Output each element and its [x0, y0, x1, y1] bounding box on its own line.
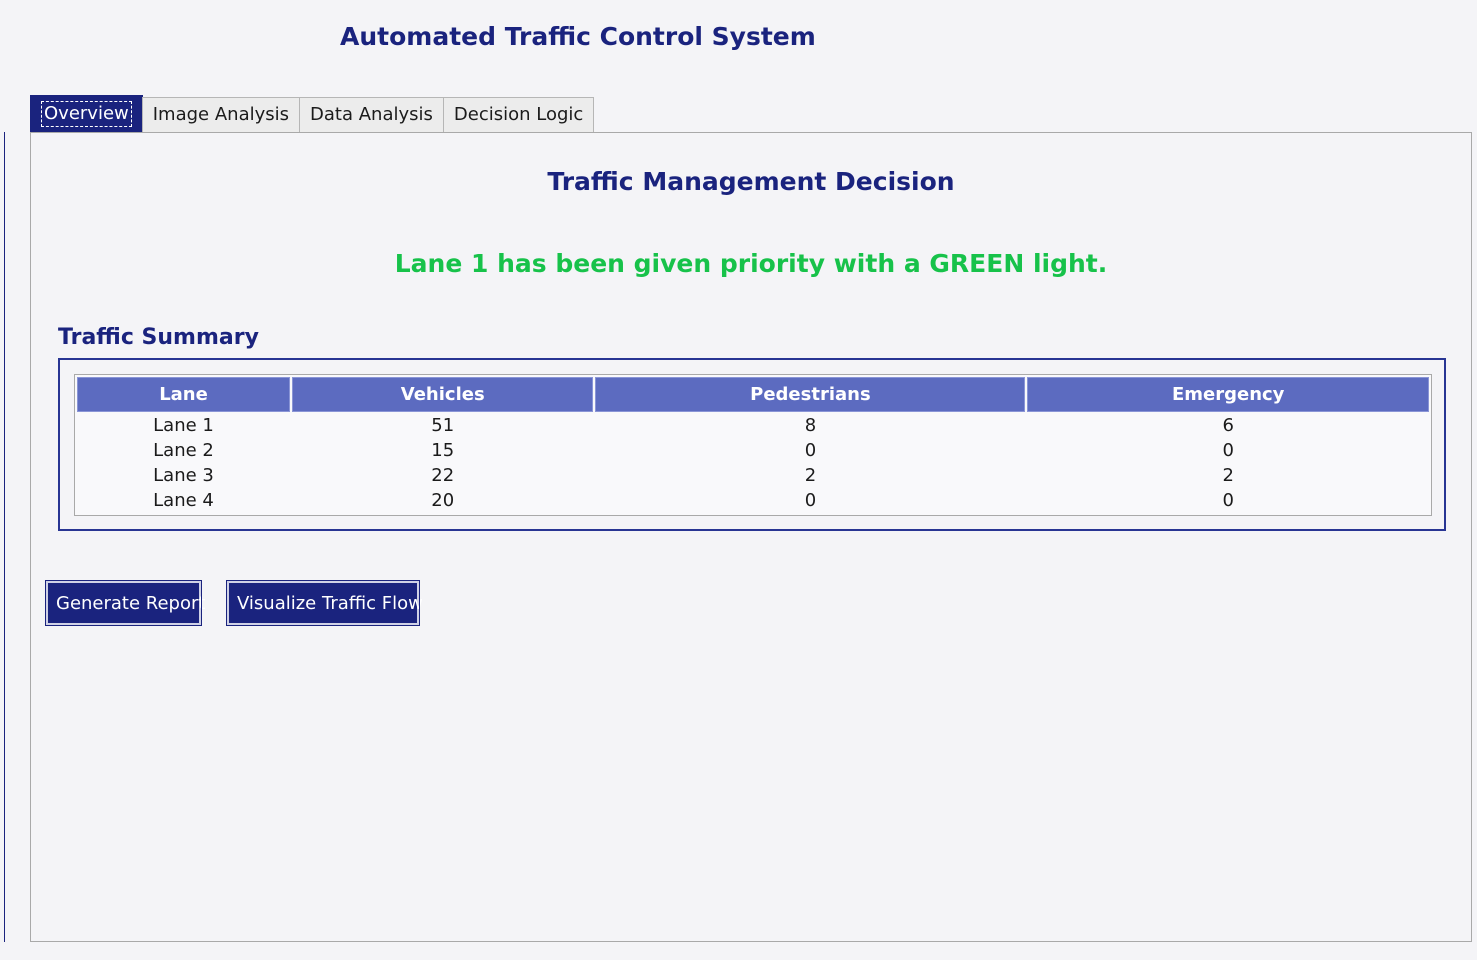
column-header-vehicles[interactable]: Vehicles — [292, 377, 594, 412]
left-border — [0, 132, 5, 942]
summary-table-container: Lane Vehicles Pedestrians Emergency Lane… — [74, 374, 1432, 516]
table-cell: Lane 3 — [153, 465, 214, 486]
table-cell: 6 — [1222, 415, 1234, 436]
table-cell: 0 — [1222, 490, 1234, 511]
table-cell: 0 — [804, 440, 817, 461]
table-cell: Lane 4 — [153, 490, 214, 511]
table-cell: 2 — [804, 465, 817, 486]
column-header-pedestrians[interactable]: Pedestrians — [595, 377, 1026, 412]
tab-image-analysis[interactable]: Image Analysis — [141, 97, 301, 133]
tab-overview[interactable]: Overview — [30, 95, 143, 133]
column-header-lane[interactable]: Lane — [77, 377, 291, 412]
decision-heading: Traffic Management Decision — [547, 167, 955, 196]
summary-frame: Lane Vehicles Pedestrians Emergency Lane… — [58, 358, 1446, 531]
tab-decision-logic[interactable]: Decision Logic — [442, 97, 595, 133]
summary-table: Lane Vehicles Pedestrians Emergency Lane… — [75, 375, 1431, 514]
table-row[interactable]: Lane 4 20 0 0 — [77, 489, 1429, 512]
table-header-row: Lane Vehicles Pedestrians Emergency — [77, 377, 1429, 412]
tab-label: Overview — [41, 101, 132, 127]
decision-message: Lane 1 has been given priority with a GR… — [394, 249, 1108, 278]
overview-panel: Traffic Management Decision Lane 1 has b… — [30, 132, 1472, 942]
tab-data-analysis[interactable]: Data Analysis — [299, 97, 444, 133]
table-cell: Lane 1 — [153, 415, 214, 436]
summary-heading: Traffic Summary — [58, 325, 259, 350]
table-cell: 0 — [1222, 440, 1234, 461]
column-header-emergency[interactable]: Emergency — [1027, 377, 1429, 412]
table-cell: 15 — [431, 440, 455, 461]
table-row[interactable]: Lane 1 51 8 6 — [77, 414, 1429, 437]
table-cell: 2 — [1222, 465, 1234, 486]
generate-report-button[interactable]: Generate Report — [45, 580, 205, 626]
table-row[interactable]: Lane 3 22 2 2 — [77, 464, 1429, 487]
app-title: Automated Traffic Control System — [340, 22, 816, 51]
table-cell: Lane 2 — [153, 440, 214, 461]
table-cell: 51 — [431, 415, 455, 436]
visualize-traffic-flow-button[interactable]: Visualize Traffic Flow — [226, 580, 423, 626]
tab-strip: Overview Image Analysis Data Analysis De… — [30, 95, 595, 133]
table-row[interactable]: Lane 2 15 0 0 — [77, 439, 1429, 462]
table-cell: 0 — [804, 490, 817, 511]
table-cell: 22 — [431, 465, 455, 486]
table-cell: 8 — [804, 415, 817, 436]
table-cell: 20 — [431, 490, 455, 511]
